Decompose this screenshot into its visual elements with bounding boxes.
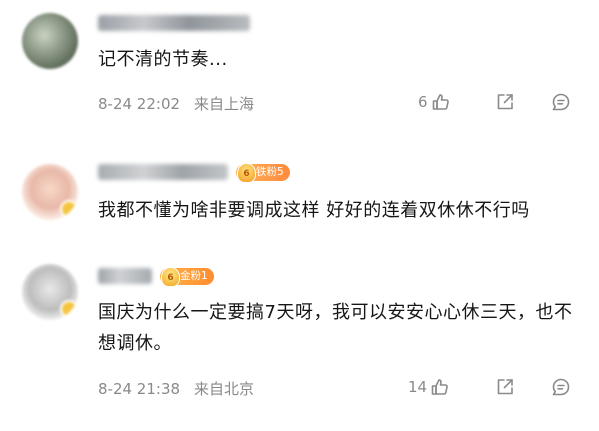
comment-location: 来自北京 — [194, 380, 255, 398]
thumbs-up-icon — [432, 94, 449, 110]
comment-item: 记不清的节奏... 8-24 22:02 来自上海 6 — [0, 0, 599, 130]
share-icon — [497, 379, 513, 395]
avatar[interactable] — [22, 264, 78, 320]
comment-item: 金粉1 国庆为什么一定要搞7天呀，我可以安安心心休三天，也不想调休。 8-24 … — [0, 262, 599, 431]
share-icon — [497, 94, 513, 110]
comment-date: 8-24 22:02 — [98, 95, 181, 113]
comment-location: 来自上海 — [194, 95, 255, 113]
comment-icon — [552, 93, 570, 111]
comment-text: 国庆为什么一定要搞7天呀，我可以安安心心休三天，也不想调休。 — [98, 302, 573, 354]
fan-badge-label: 金粉1 — [180, 270, 208, 282]
vip-icon — [60, 200, 78, 218]
avatar[interactable] — [22, 13, 78, 69]
thumbs-up-icon — [431, 379, 448, 395]
fan-badge: 铁粉5 — [236, 163, 290, 183]
username[interactable] — [98, 15, 250, 31]
comment-button[interactable] — [551, 377, 571, 397]
share-button[interactable] — [495, 92, 515, 112]
comment-item: 铁粉5 我都不懂为啥非要调成这样 好好的连着双休休不行吗 — [0, 150, 599, 260]
fan-badge-icon — [237, 163, 256, 183]
comment-text: 我都不懂为啥非要调成这样 好好的连着双休休不行吗 — [98, 200, 530, 221]
comment-icon — [552, 378, 570, 396]
fan-badge-icon — [161, 267, 180, 287]
fan-badge-label: 铁粉5 — [256, 166, 284, 178]
fan-badge: 金粉1 — [160, 267, 214, 287]
avatar[interactable] — [22, 164, 78, 220]
comment-date: 8-24 21:38 — [98, 380, 181, 398]
comment-button[interactable] — [551, 92, 571, 112]
like-count: 14 — [408, 378, 428, 396]
comment-meta: 8-24 22:02 来自上海 — [98, 93, 254, 114]
username[interactable] — [98, 164, 228, 180]
share-button[interactable] — [495, 377, 515, 397]
comment-meta: 8-24 21:38 来自北京 — [98, 378, 254, 399]
like-button[interactable]: 14 — [408, 377, 450, 397]
comment-text: 记不清的节奏... — [98, 49, 228, 70]
vip-icon — [60, 300, 78, 318]
like-count: 6 — [418, 93, 428, 111]
like-button[interactable]: 6 — [418, 92, 451, 112]
username[interactable] — [98, 268, 152, 284]
